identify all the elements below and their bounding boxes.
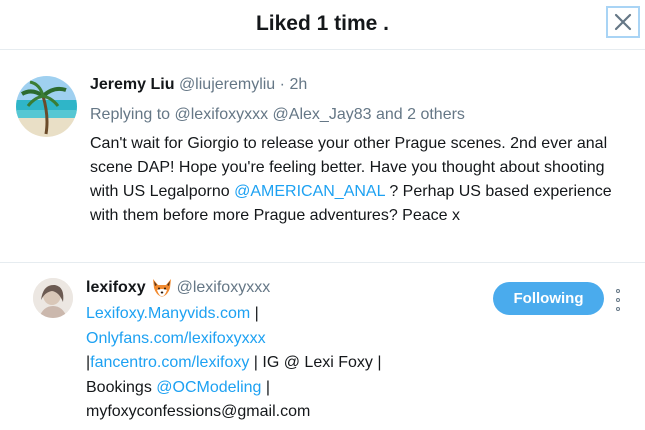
user-display-name[interactable]: lexifoxy bbox=[86, 279, 146, 297]
divider bbox=[0, 262, 645, 263]
bio-email: myfoxyconfessions@gmail.com bbox=[86, 403, 311, 420]
reply-others-link[interactable]: and 2 others bbox=[376, 106, 465, 123]
bio-mention-link[interactable]: @OCModeling bbox=[156, 379, 261, 396]
user-handle[interactable]: @lexifoxyxxx bbox=[177, 279, 271, 297]
tweet-author-handle[interactable]: @liujeremyliu bbox=[179, 76, 275, 93]
modal-title: Liked 1 time . bbox=[255, 12, 390, 35]
tweet[interactable]: Jeremy Liu @liujeremyliu · 2h Replying t… bbox=[0, 60, 645, 256]
user-bio: Lexifoxy.Manyvids.com | Onlyfans.com/lex… bbox=[86, 302, 486, 425]
tweet-author-name[interactable]: Jeremy Liu bbox=[90, 76, 174, 93]
avatar[interactable] bbox=[33, 278, 73, 318]
separator-dot: · bbox=[279, 76, 285, 93]
bio-link-manyvids[interactable]: Lexifoxy.Manyvids.com bbox=[86, 305, 250, 322]
bio-text: | IG @ Lexi Foxy | bbox=[249, 354, 382, 371]
replying-to-label: Replying to bbox=[90, 106, 171, 123]
user-list-item[interactable]: lexifoxy @lexifoxyxxx Following Lexifoxy… bbox=[0, 264, 645, 430]
close-icon bbox=[614, 13, 632, 31]
bio-line: Onlyfans.com/lexifoxyxxx bbox=[86, 327, 486, 352]
tweet-header: Jeremy Liu @liujeremyliu · 2h bbox=[90, 76, 307, 94]
bio-line: Lexifoxy.Manyvids.com | bbox=[86, 302, 486, 327]
bio-link-onlyfans[interactable]: Onlyfans.com/lexifoxyxxx bbox=[86, 330, 266, 347]
user-header: lexifoxy @lexifoxyxxx bbox=[86, 278, 270, 298]
profile-avatar-image bbox=[33, 278, 73, 318]
more-dot bbox=[616, 298, 620, 302]
bio-line: |fancentro.com/lexifoxy | IG @ Lexi Foxy… bbox=[86, 351, 486, 376]
bio-line: myfoxyconfessions@gmail.com bbox=[86, 400, 486, 425]
bio-line: Bookings @OCModeling | bbox=[86, 376, 486, 401]
replying-to-line: Replying to @lexifoxyxxx @Alex_Jay83 and… bbox=[90, 106, 465, 124]
bio-separator: | bbox=[261, 378, 271, 396]
avatar[interactable] bbox=[16, 76, 77, 137]
following-button[interactable]: Following bbox=[493, 282, 604, 315]
tweet-text: Can't wait for Giorgio to release your o… bbox=[90, 132, 630, 228]
reply-mention-link[interactable]: @lexifoxyxxx bbox=[175, 106, 269, 123]
modal-header: Liked 1 time . bbox=[0, 0, 645, 50]
bio-link-fancentro[interactable]: fancentro.com/lexifoxy bbox=[90, 354, 249, 371]
bio-separator: | bbox=[250, 305, 259, 322]
bio-text: Bookings bbox=[86, 378, 157, 396]
more-options-icon[interactable] bbox=[612, 289, 624, 311]
fox-face-icon bbox=[152, 279, 171, 297]
close-button[interactable] bbox=[606, 6, 640, 38]
reply-mention-link[interactable]: @Alex_Jay83 bbox=[273, 106, 372, 123]
more-dot bbox=[616, 307, 620, 311]
beach-palm-avatar-image bbox=[16, 76, 77, 137]
tweet-timestamp[interactable]: 2h bbox=[289, 76, 307, 93]
tweet-mention-link[interactable]: @AMERICAN_ANAL bbox=[234, 183, 385, 200]
more-dot bbox=[616, 289, 620, 293]
